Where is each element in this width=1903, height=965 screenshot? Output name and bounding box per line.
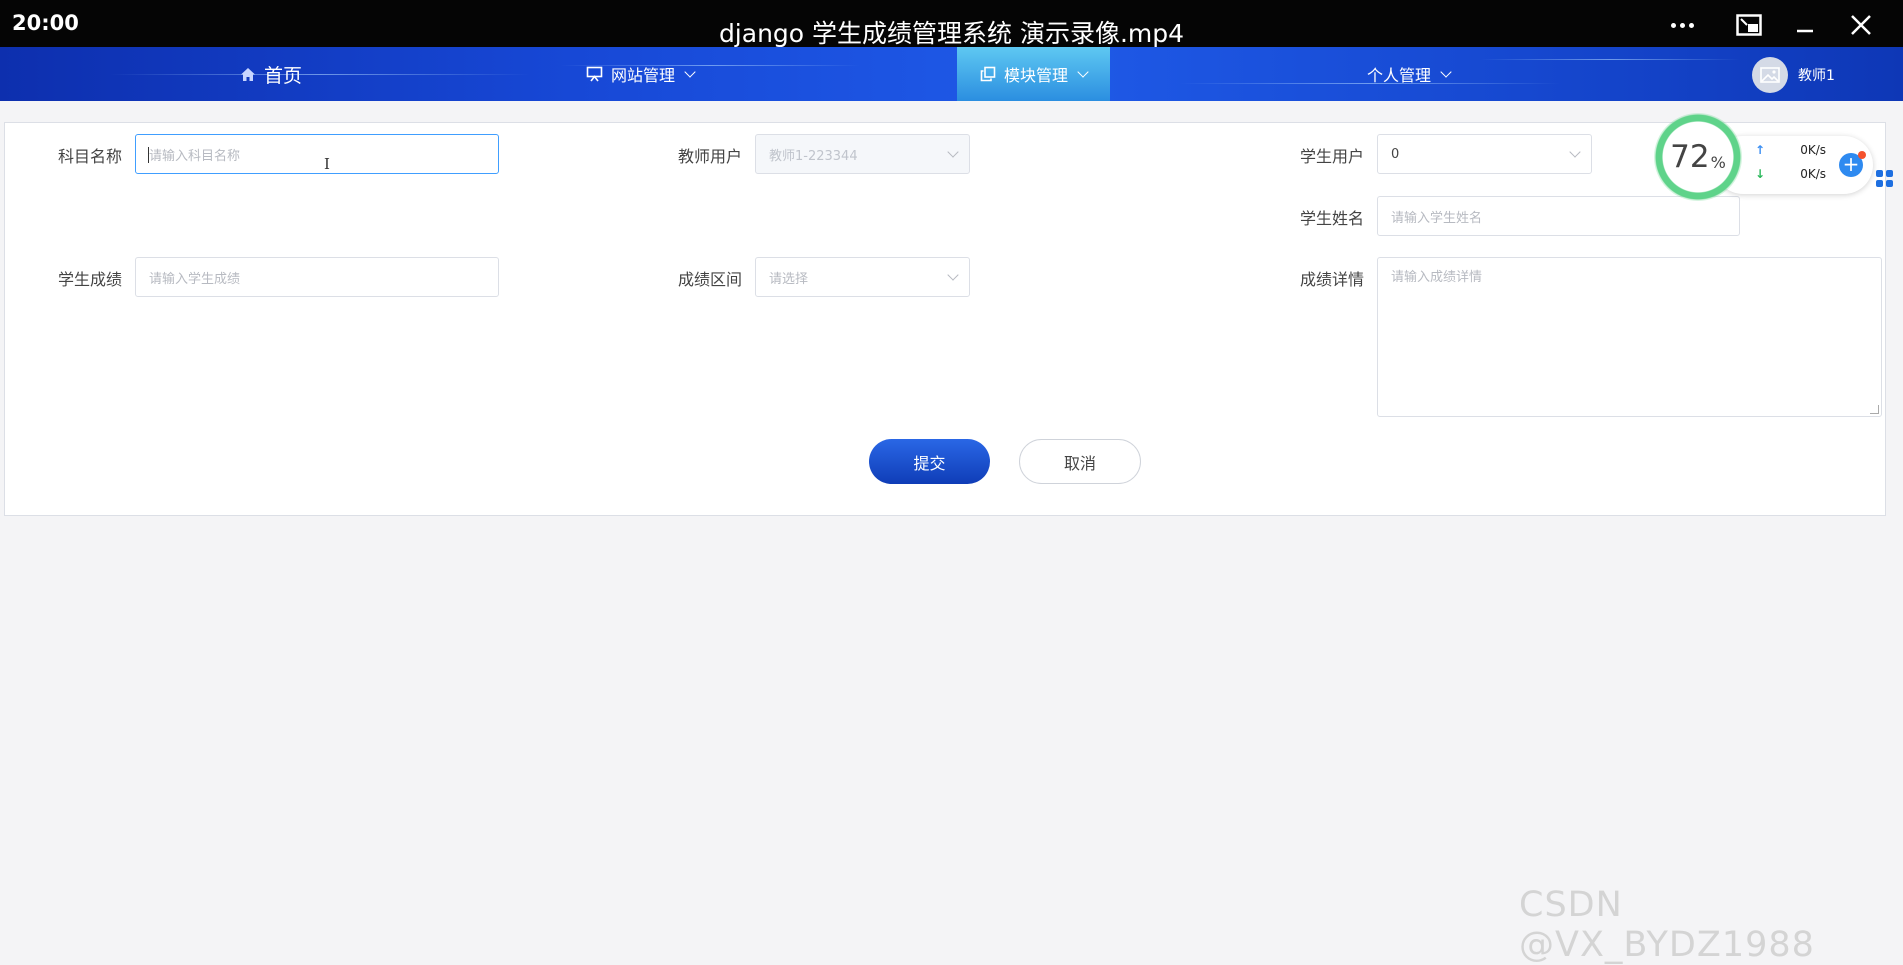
score-detail-textarea[interactable]: 请输入成绩详情 — [1377, 257, 1882, 417]
resize-handle-icon[interactable] — [1870, 405, 1879, 414]
chevron-down-icon — [1077, 65, 1089, 78]
chevron-down-icon — [947, 146, 959, 158]
download-speed-row: ↓ 0K/s — [1755, 167, 1826, 181]
chevron-down-icon — [1569, 146, 1581, 158]
chevron-down-icon — [1440, 65, 1452, 78]
user-menu[interactable]: 教师1 — [1752, 57, 1835, 93]
more-options-button[interactable] — [1662, 8, 1702, 42]
subject-name-label: 科目名称 — [58, 147, 123, 166]
score-range-placeholder: 请选择 — [769, 271, 809, 287]
download-speed: 0K/s — [1800, 167, 1826, 181]
minimize-icon — [1797, 29, 1813, 33]
video-title: django 学生成绩管理系统 演示录像.mp4 — [718, 19, 1185, 48]
nav-personal-label: 个人管理 — [1367, 66, 1432, 85]
student-score-label: 学生成绩 — [58, 270, 123, 289]
score-detail-label: 成绩详情 — [1300, 270, 1365, 289]
watermark: CSDN @VX_BYDZ1988 — [1519, 885, 1815, 965]
student-name-placeholder: 请输入学生姓名 — [1391, 210, 1483, 226]
upload-speed-row: ↑ 0K/s — [1755, 143, 1826, 157]
score-detail-placeholder: 请输入成绩详情 — [1391, 270, 1483, 285]
nav-item-personal-manage[interactable]: 个人管理 — [1367, 47, 1452, 101]
teacher-user-select[interactable]: 教师1-223344 — [755, 134, 970, 174]
student-user-value: 0 — [1391, 146, 1400, 162]
subject-name-placeholder: 请输入科目名称 — [149, 148, 241, 164]
presentation-icon — [586, 66, 603, 82]
nav-home-label: 首页 — [264, 64, 303, 87]
cpu-usage-unit: % — [1710, 152, 1726, 172]
chevron-down-icon — [684, 65, 696, 78]
user-name: 教师1 — [1798, 68, 1835, 84]
nav-item-module-manage[interactable]: 模块管理 — [957, 47, 1110, 101]
close-button[interactable] — [1841, 8, 1881, 42]
minimize-button[interactable] — [1785, 8, 1825, 42]
chevron-down-icon — [947, 269, 959, 281]
upload-arrow-icon: ↑ — [1755, 143, 1766, 157]
apps-grid-icon[interactable] — [1876, 170, 1893, 187]
teacher-user-label: 教师用户 — [678, 147, 743, 166]
picture-in-picture-icon — [1736, 14, 1762, 36]
download-arrow-icon: ↓ — [1755, 167, 1766, 181]
nav-site-label: 网站管理 — [611, 66, 676, 85]
student-name-label: 学生姓名 — [1300, 209, 1365, 228]
notification-dot — [1858, 151, 1866, 159]
student-score-placeholder: 请输入学生成绩 — [149, 271, 241, 287]
score-range-label: 成绩区间 — [678, 270, 743, 289]
submit-button[interactable]: 提交 — [869, 439, 990, 484]
cpu-usage-value: 72 — [1670, 139, 1710, 175]
top-nav-bar: 首页 网站管理 模块管理 个人管理 教师1 — [0, 47, 1903, 101]
text-caret — [148, 147, 149, 163]
cpu-usage-ring: 72% — [1654, 113, 1742, 201]
copy-icon — [980, 66, 996, 82]
cancel-button[interactable]: 取消 — [1019, 439, 1141, 484]
score-range-select[interactable]: 请选择 — [755, 257, 970, 297]
picture-in-picture-button[interactable] — [1729, 8, 1769, 42]
nav-module-label: 模块管理 — [1003, 66, 1068, 85]
image-placeholder-icon — [1760, 67, 1780, 83]
ibeam-cursor-icon: I — [324, 155, 330, 173]
close-icon — [1851, 15, 1871, 35]
student-user-label: 学生用户 — [1300, 147, 1365, 166]
more-icon — [1670, 22, 1694, 28]
player-title-bar: 20:00 django 学生成绩管理系统 演示录像.mp4 — [0, 0, 1903, 48]
home-icon — [241, 67, 255, 81]
nav-item-site-manage[interactable]: 网站管理 — [586, 47, 696, 101]
avatar — [1752, 57, 1788, 93]
nav-item-home[interactable]: 首页 — [240, 47, 302, 101]
upload-speed: 0K/s — [1800, 143, 1826, 157]
subject-name-input[interactable]: 请输入科目名称 I — [135, 134, 499, 174]
student-score-input[interactable]: 请输入学生成绩 — [135, 257, 499, 297]
student-user-select[interactable]: 0 — [1377, 134, 1592, 174]
teacher-user-value: 教师1-223344 — [769, 148, 858, 164]
speed-monitor-widget[interactable]: 72% ↑ 0K/s ↓ 0K/s + — [1654, 113, 1873, 215]
